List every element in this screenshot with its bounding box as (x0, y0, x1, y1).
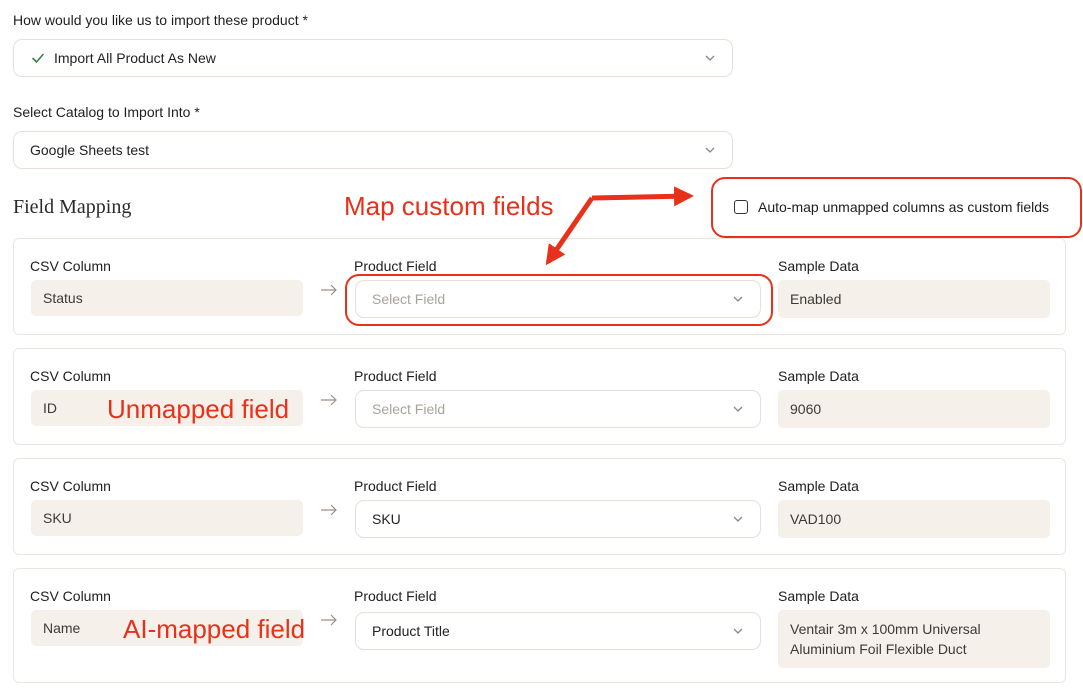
product-field-header: Product Field (354, 478, 437, 494)
field-mapping-title: Field Mapping (13, 196, 132, 218)
sample-data-value: VAD100 (778, 500, 1050, 538)
annotation-arrow-to-checkbox (591, 186, 694, 207)
arrow-right-icon (321, 394, 337, 406)
annotation-map-custom-fields: Map custom fields (344, 191, 554, 221)
product-field-header: Product Field (354, 258, 437, 274)
csv-column-header: CSV Column (30, 588, 111, 604)
product-field-select[interactable]: SKU (355, 500, 761, 538)
sample-data-value: Ventair 3m x 100mm Universal Aluminium F… (778, 610, 1050, 668)
csv-column-header: CSV Column (30, 478, 111, 494)
chevron-down-icon (733, 628, 743, 634)
chevron-down-icon (705, 55, 715, 61)
sample-data-header: Sample Data (778, 588, 859, 604)
sample-data-header: Sample Data (778, 368, 859, 384)
product-field-header: Product Field (354, 588, 437, 604)
chevron-down-icon (733, 406, 743, 412)
csv-column-value: Status (31, 280, 303, 316)
product-field-select[interactable]: Product Title (355, 612, 761, 650)
sample-data-header: Sample Data (778, 258, 859, 274)
sample-data-header: Sample Data (778, 478, 859, 494)
csv-column-header: CSV Column (30, 368, 111, 384)
product-field-value: Product Title (372, 623, 450, 639)
csv-column-value: SKU (31, 500, 303, 536)
catalog-select[interactable]: Google Sheets test (13, 131, 733, 169)
catalog-label: Select Catalog to Import Into * (13, 104, 200, 120)
annotation-unmapped-field: Unmapped field (107, 394, 290, 424)
sample-data-value: Enabled (778, 280, 1050, 318)
annotation-ai-mapped-field: AI-mapped field (123, 614, 306, 644)
catalog-value: Google Sheets test (30, 142, 150, 158)
check-icon (32, 53, 44, 63)
product-field-value: SKU (372, 511, 401, 527)
annotation-highlight-select-field (345, 274, 773, 326)
product-field-header: Product Field (354, 368, 437, 384)
arrow-right-icon (321, 284, 337, 296)
arrow-right-icon (321, 504, 337, 516)
import-mode-label: How would you like us to import these pr… (13, 12, 308, 28)
import-mode-value: Import All Product As New (54, 50, 216, 66)
product-field-placeholder: Select Field (372, 401, 446, 417)
import-mode-select[interactable]: Import All Product As New (13, 39, 733, 77)
csv-column-header: CSV Column (30, 258, 111, 274)
sample-data-value: 9060 (778, 390, 1050, 428)
mapping-row: CSV Column Product Field Sample Data SKU… (13, 458, 1066, 555)
chevron-down-icon (733, 516, 743, 522)
product-field-select[interactable]: Select Field (355, 390, 761, 428)
chevron-down-icon (705, 147, 715, 153)
annotation-highlight-auto-map (711, 177, 1082, 238)
arrow-right-icon (321, 614, 337, 626)
